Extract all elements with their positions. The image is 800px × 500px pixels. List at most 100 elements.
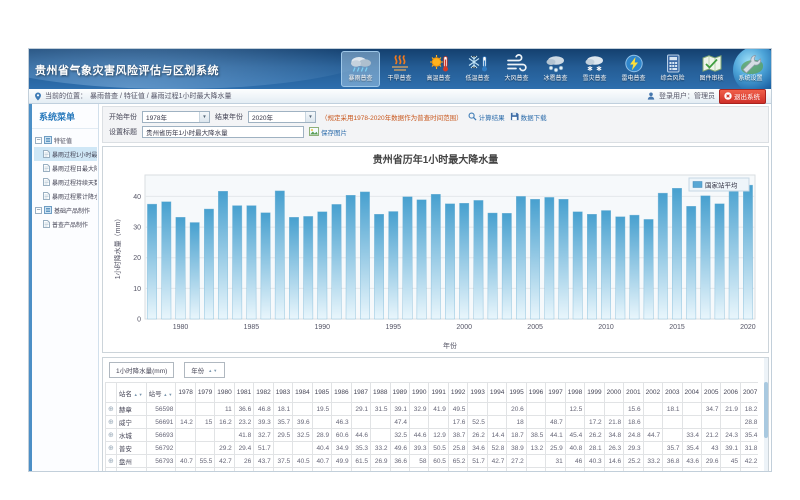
table-row: ⊕水城5669341.832.729.532.528.960.644.632.5…	[106, 429, 759, 442]
tree-item-label: 暴雨过程1小时最大降水量	[52, 150, 97, 159]
nav-item-settings[interactable]: 系统设置	[731, 51, 770, 87]
nav-item-wind[interactable]: 大风普查	[497, 51, 536, 87]
scrollbar-thumb[interactable]	[764, 382, 768, 438]
value-cell: 31	[546, 455, 565, 468]
value-cell	[643, 403, 662, 416]
value-cell: 44.1	[546, 429, 565, 442]
value-cell: 41.9	[429, 403, 448, 416]
value-cell: 32.5	[390, 429, 409, 442]
tree-item[interactable]: 暴雨过程1小时最大降水量	[34, 147, 97, 161]
value-cell: 23.6	[526, 468, 545, 473]
tree-item[interactable]: 暴雨过程持续天数	[34, 175, 97, 189]
value-cell	[643, 416, 662, 429]
value-cell: 29.6	[702, 455, 721, 468]
save-image-button[interactable]: 保存图片	[309, 127, 347, 137]
value-cell: 50.5	[429, 442, 448, 455]
value-cell: 36.4	[371, 468, 390, 473]
value-cell: 38.7	[448, 429, 467, 442]
document-icon	[43, 150, 50, 158]
tree-item[interactable]: 暴雨过程日最大降水量	[34, 161, 97, 175]
value-cell: 42.7	[487, 455, 506, 468]
chart-title-input[interactable]	[142, 126, 304, 138]
value-cell: 42.7	[215, 455, 234, 468]
value-cell: 30	[663, 468, 682, 473]
nav-item-snow[interactable]: 雪灾普查	[575, 51, 614, 87]
value-cell: 31.8	[390, 468, 409, 473]
tree-folder[interactable]: −基础产品制作	[34, 203, 97, 217]
value-cell: 31.2	[507, 468, 526, 473]
value-cell: 48.7	[546, 416, 565, 429]
nav-item-low-temp[interactable]: 低温普查	[458, 51, 497, 87]
value-cell: 40.3	[585, 455, 604, 468]
nav-item-hail[interactable]: 冰雹普查	[536, 51, 575, 87]
value-cell	[332, 403, 351, 416]
year-column-header: 1997	[546, 383, 565, 403]
end-year-label: 结束年份	[215, 112, 243, 122]
tree-item[interactable]: 普查产品制作	[34, 217, 97, 231]
nav-item-lightning[interactable]: 雷电普查	[614, 51, 653, 87]
tree-folder-label: 特征值	[54, 136, 72, 145]
data-download-button[interactable]: 数据下载	[510, 112, 547, 122]
value-cell: 26.3	[604, 442, 623, 455]
snow-icon	[583, 53, 607, 73]
app-title: 贵州省气象灾害风险评估与区划系统	[35, 62, 219, 78]
year-column-header: 1984	[293, 383, 312, 403]
station-name-header[interactable]: 站名 ▲▼	[116, 383, 146, 403]
value-cell: 36.6	[390, 455, 409, 468]
expand-row-icon[interactable]: ⊕	[106, 403, 117, 416]
year-column-header: 1986	[332, 383, 351, 403]
column-field-year[interactable]: 年份 ▲▼	[184, 362, 225, 378]
expand-row-icon[interactable]: ⊕	[106, 416, 117, 429]
value-cell: 52.5	[468, 416, 487, 429]
value-cell: 55.5	[195, 455, 214, 468]
sort-icons[interactable]: ▲▼	[208, 368, 218, 373]
nav-item-high-temp[interactable]: 高温普查	[419, 51, 458, 87]
year-column-header: 1985	[312, 383, 331, 403]
value-cell: 32.7	[254, 429, 273, 442]
svg-text:1980: 1980	[172, 324, 188, 331]
collapse-icon[interactable]: −	[35, 207, 42, 214]
value-cell: 18.1	[273, 403, 292, 416]
low-temp-icon	[466, 53, 490, 73]
nav-label: 雷电普查	[621, 73, 645, 82]
nav-item-map-audit[interactable]: 图件审核	[692, 51, 731, 87]
tree-item[interactable]: 暴雨过程累计降水量	[34, 189, 97, 203]
tree-folder[interactable]: − 特征值	[34, 133, 97, 147]
value-cell: 43.7	[254, 455, 273, 468]
nav-item-rainstorm[interactable]: 暴雨普查	[341, 51, 380, 87]
value-cell: 36.8	[663, 455, 682, 468]
wind-icon	[505, 53, 529, 73]
collapse-icon[interactable]: −	[35, 137, 42, 144]
value-cell: 36.6	[234, 403, 253, 416]
start-year-select[interactable]: 1978年 ▼	[142, 111, 210, 123]
expand-row-icon[interactable]: ⊕	[106, 468, 117, 473]
value-cell	[371, 416, 390, 429]
value-cell: 28.1	[585, 442, 604, 455]
station-id-header[interactable]: 站号 ▲▼	[146, 383, 176, 403]
logout-icon	[724, 92, 732, 100]
expand-row-icon[interactable]: ⊕	[106, 455, 117, 468]
expand-row-icon[interactable]: ⊕	[106, 429, 117, 442]
user-area: 登录用户：管理员 退出系统	[647, 89, 766, 104]
value-cell	[565, 416, 584, 429]
svg-text:40: 40	[133, 194, 141, 201]
value-cell: 18.7	[507, 429, 526, 442]
year-column-header: 2002	[643, 383, 662, 403]
vertical-scrollbar[interactable]	[764, 358, 768, 471]
calc-result-button[interactable]: 计算结果	[468, 112, 505, 122]
nav-item-drought[interactable]: 干旱普查	[380, 51, 419, 87]
value-cell: 33.1	[351, 468, 370, 473]
value-cell: 17.6	[448, 416, 467, 429]
value-cell: 12.9	[429, 429, 448, 442]
expand-row-icon[interactable]: ⊕	[106, 442, 117, 455]
value-cell: 43.6	[682, 455, 701, 468]
end-year-select[interactable]: 2020年 ▼	[248, 111, 316, 123]
value-cell	[526, 403, 545, 416]
pivot-panel: 1小时降水量(mm) 年份 ▲▼ 站名 ▲▼站号 ▲▼1978197919801…	[102, 357, 769, 472]
value-cell: 38.9	[507, 442, 526, 455]
logout-button[interactable]: 退出系统	[719, 89, 766, 104]
measure-field[interactable]: 1小时降水量(mm)	[109, 362, 174, 378]
settings-icon	[739, 53, 763, 73]
nav-item-composite[interactable]: 综合风险	[653, 51, 692, 87]
value-cell: 25.8	[448, 442, 467, 455]
